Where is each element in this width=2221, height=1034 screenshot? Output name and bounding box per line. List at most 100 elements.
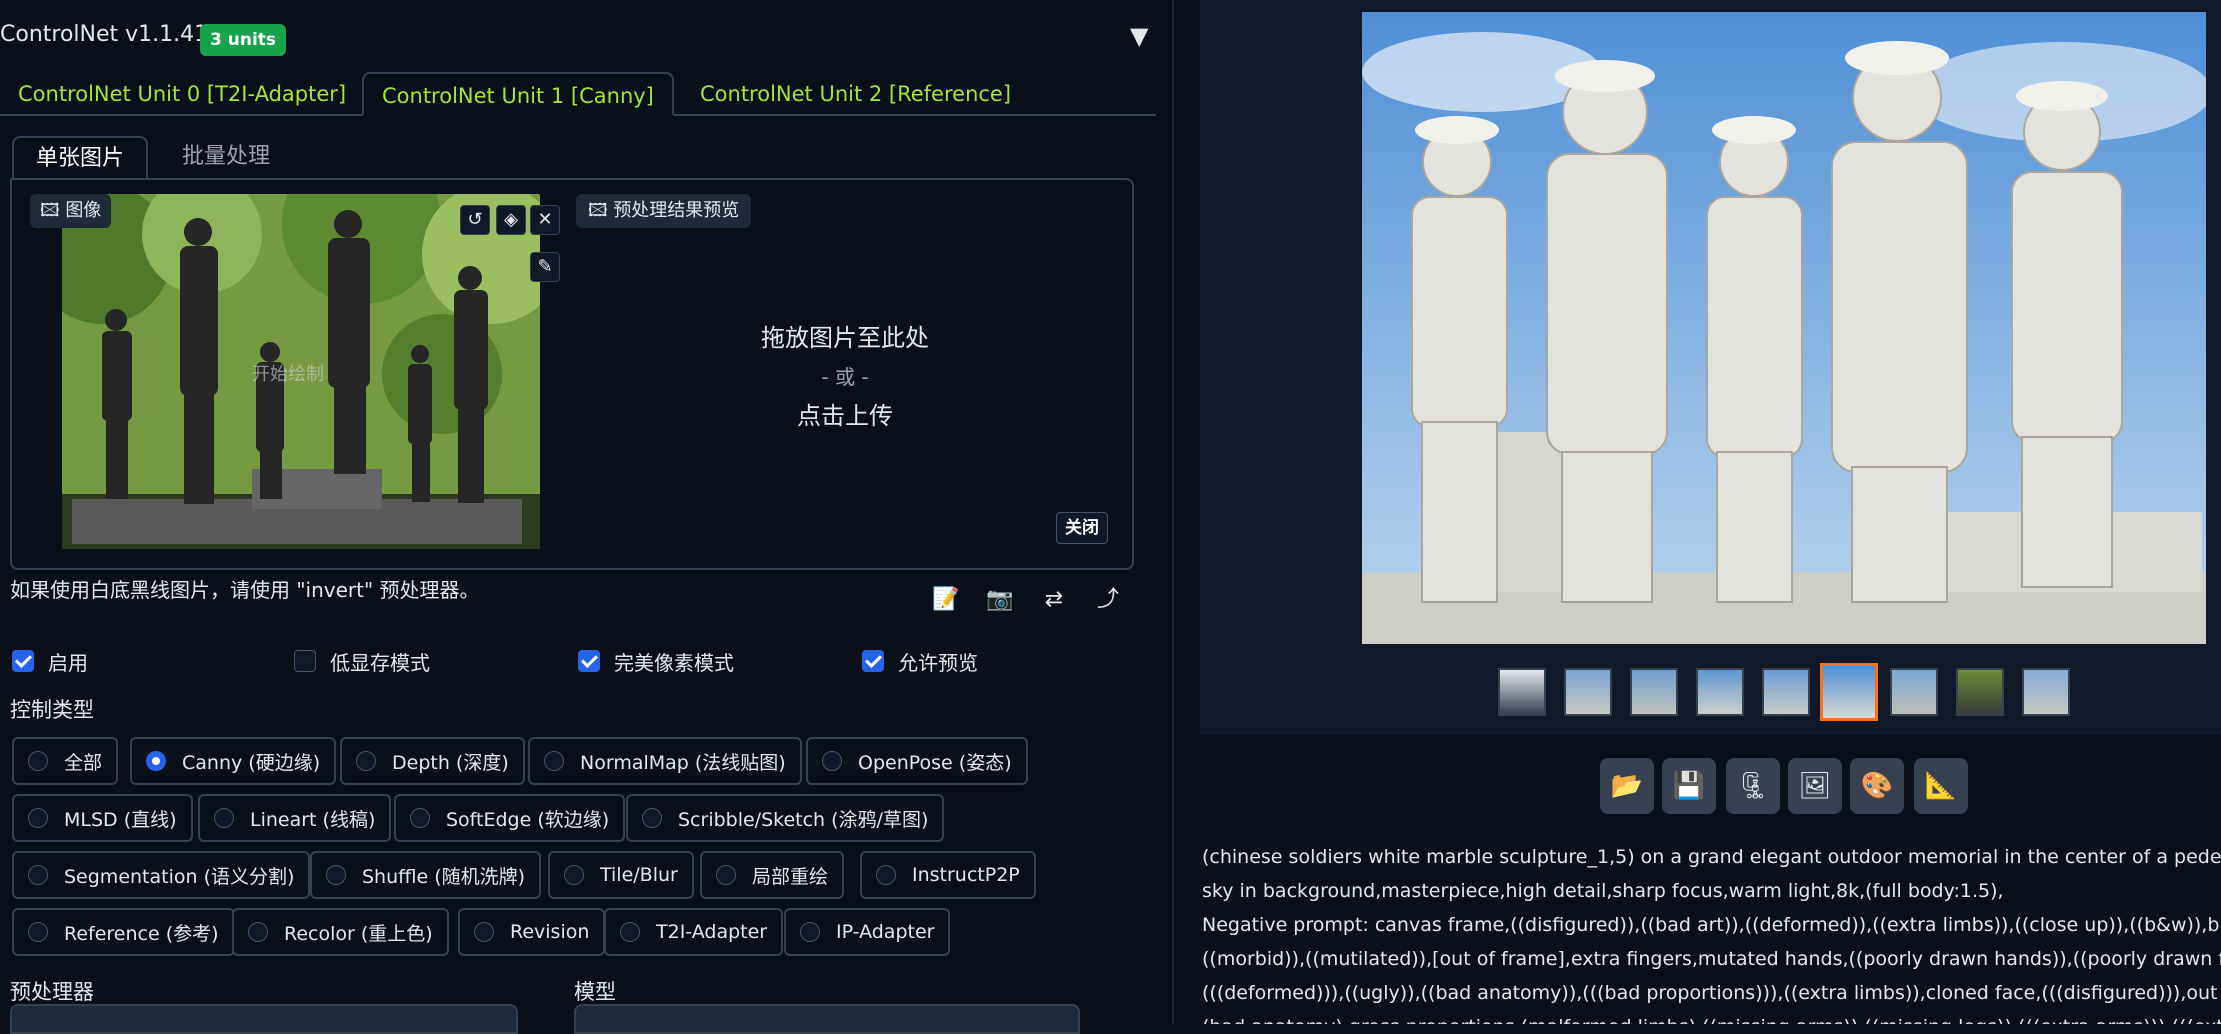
thumbnail-8[interactable] — [1956, 668, 2004, 716]
allow-preview-label: 允许预览 — [898, 650, 978, 675]
control-type-reference[interactable]: Reference (参考) — [12, 908, 235, 956]
radio-icon — [716, 865, 736, 885]
thumbnail-6[interactable] — [1820, 663, 1878, 721]
zip-button[interactable]: 🗜 — [1726, 758, 1780, 814]
pixel-perfect-checkbox[interactable]: 完美像素模式 — [578, 648, 734, 675]
radio-icon — [214, 808, 234, 828]
preview-icon: 🖾 — [588, 200, 614, 221]
brush-icon[interactable]: ✎ — [530, 252, 560, 282]
prompt-line-4: ((morbid)),((mutilated)),[out of frame],… — [1202, 948, 2221, 970]
lowvram-checkbox[interactable]: 低显存模式 — [294, 648, 430, 675]
radio-icon — [642, 808, 662, 828]
generation-info: (chinese soldiers white marble sculpture… — [1202, 840, 2221, 1024]
control-type-softedge[interactable]: SoftEdge (软边缘) — [394, 794, 626, 842]
units-badge: 3 units — [200, 24, 287, 56]
zip-icon: 🗜 — [1736, 771, 1770, 801]
control-type-canny[interactable]: Canny (硬边缘) — [130, 737, 337, 785]
prompt-line-1: (chinese soldiers white marble sculpture… — [1202, 846, 2221, 868]
thumbnail-9[interactable] — [2022, 668, 2070, 716]
control-type-ip-adapter[interactable]: IP-Adapter — [784, 908, 951, 956]
preprocessor-dropdown[interactable] — [10, 1004, 518, 1034]
lowvram-label: 低显存模式 — [330, 650, 430, 675]
output-image[interactable] — [1362, 12, 2206, 644]
thumbnail-5[interactable] — [1762, 668, 1810, 716]
clear-icon[interactable]: ✕ — [530, 205, 560, 235]
prompt-line-3: Negative prompt: canvas frame,((disfigur… — [1202, 914, 2221, 936]
drop-zone[interactable]: 拖放图片至此处 - 或 - 点击上传 — [700, 318, 990, 431]
send-dimensions-icon[interactable]: ⤴ — [1092, 584, 1124, 616]
thumbnail-7[interactable] — [1890, 668, 1938, 716]
enable-checkbox[interactable]: 启用 — [12, 648, 88, 675]
control-type-all[interactable]: 全部 — [12, 737, 119, 785]
tab-unit-2[interactable]: ControlNet Unit 2 [Reference] — [682, 72, 1029, 116]
check-icon — [12, 650, 34, 672]
radio-label: Canny (硬边缘) — [182, 751, 321, 774]
thumbnail-3[interactable] — [1630, 668, 1678, 716]
controlnet-title[interactable]: ControlNet v1.1.415 — [0, 22, 222, 47]
edit-note-icon[interactable]: 📝 — [930, 584, 962, 616]
control-type-mlsd[interactable]: MLSD (直线) — [12, 794, 193, 842]
prompt-line-5: (((deformed))),((ugly)),((bad anatomy)),… — [1202, 982, 2221, 1004]
radio-icon — [28, 808, 48, 828]
radio-label: Scribble/Sketch (涂鸦/草图) — [678, 808, 929, 831]
radio-label: OpenPose (姿态) — [858, 751, 1012, 774]
image-label: 🖾 图像 — [30, 194, 112, 228]
enable-label: 启用 — [48, 650, 88, 675]
image-label-text: 图像 — [65, 200, 102, 221]
tab-single-image[interactable]: 单张图片 — [12, 136, 149, 178]
swap-icon[interactable]: ⇄ — [1038, 584, 1070, 616]
send-to-img2img-icon: 🖼 — [1798, 771, 1832, 801]
undo-icon[interactable]: ↺ — [460, 205, 490, 235]
control-type-inpaint[interactable]: 局部重绘 — [700, 851, 845, 899]
control-type-instructp2p[interactable]: InstructP2P — [860, 851, 1036, 899]
send-to-extras-button[interactable]: 📐 — [1914, 758, 1968, 814]
radio-label: T2I-Adapter — [656, 921, 768, 943]
control-type-shuffle[interactable]: Shuffle (随机洗牌) — [310, 851, 542, 899]
control-type-openpose[interactable]: OpenPose (姿态) — [806, 737, 1028, 785]
generation-info-lines: (chinese soldiers white marble sculpture… — [1202, 840, 2221, 1024]
marble-soldiers-image — [1362, 12, 2206, 644]
control-type-lineart[interactable]: Lineart (线稿) — [198, 794, 392, 842]
radio-icon — [28, 865, 48, 885]
control-type-scribble[interactable]: Scribble/Sketch (涂鸦/草图) — [626, 794, 945, 842]
model-dropdown[interactable] — [574, 1004, 1080, 1034]
open-folder-button[interactable]: 📂 — [1600, 758, 1654, 814]
control-type-recolor[interactable]: Recolor (重上色) — [232, 908, 449, 956]
radio-label: Reference (参考) — [64, 922, 219, 945]
save-button[interactable]: 💾 — [1662, 758, 1716, 814]
tab-unit-1[interactable]: ControlNet Unit 1 [Canny] — [362, 72, 674, 116]
control-type-normalmap[interactable]: NormalMap (法线贴图) — [528, 737, 802, 785]
radio-icon — [356, 751, 376, 771]
camera-icon[interactable]: 📷 — [984, 584, 1016, 616]
control-type-segmentation[interactable]: Segmentation (语义分割) — [12, 851, 311, 899]
send-to-inpaint-icon: 🎨 — [1860, 771, 1894, 801]
radio-icon — [544, 751, 564, 771]
close-preview-button[interactable]: 关闭 — [1056, 512, 1108, 544]
radio-label: SoftEdge (软边缘) — [446, 808, 610, 831]
radio-label: Tile/Blur — [600, 864, 678, 886]
radio-label: Lineart (线稿) — [250, 808, 376, 831]
radio-icon — [564, 865, 584, 885]
control-type-depth[interactable]: Depth (深度) — [340, 737, 525, 785]
radio-icon — [146, 751, 166, 771]
thumbnail-4[interactable] — [1696, 668, 1744, 716]
thumbnail-1[interactable] — [1498, 668, 1546, 716]
control-type-t2i-adapter[interactable]: T2I-Adapter — [604, 908, 784, 956]
tab-unit-0[interactable]: ControlNet Unit 0 [T2I-Adapter] — [0, 72, 364, 116]
eraser-icon[interactable]: ◈ — [496, 205, 526, 235]
send-to-inpaint-button[interactable]: 🎨 — [1850, 758, 1904, 814]
control-type-tile[interactable]: Tile/Blur — [548, 851, 694, 899]
send-to-img2img-button[interactable]: 🖼 — [1788, 758, 1842, 814]
radio-icon — [620, 922, 640, 942]
prompt-line-2: sky in background,masterpiece,high detai… — [1202, 880, 2004, 902]
radio-icon — [28, 922, 48, 942]
control-type-revision[interactable]: Revision — [458, 908, 606, 956]
tab-batch[interactable]: 批量处理 — [160, 136, 292, 178]
preprocess-preview-label: 🖾 预处理结果预览 — [576, 194, 752, 228]
radio-label: Recolor (重上色) — [284, 922, 433, 945]
folder-icon: 📂 — [1610, 771, 1644, 801]
allow-preview-checkbox[interactable]: 允许预览 — [862, 648, 978, 675]
thumbnail-2[interactable] — [1564, 668, 1612, 716]
collapse-arrow-icon[interactable]: ▼ — [1130, 22, 1148, 50]
control-type-label: 控制类型 — [10, 698, 94, 722]
